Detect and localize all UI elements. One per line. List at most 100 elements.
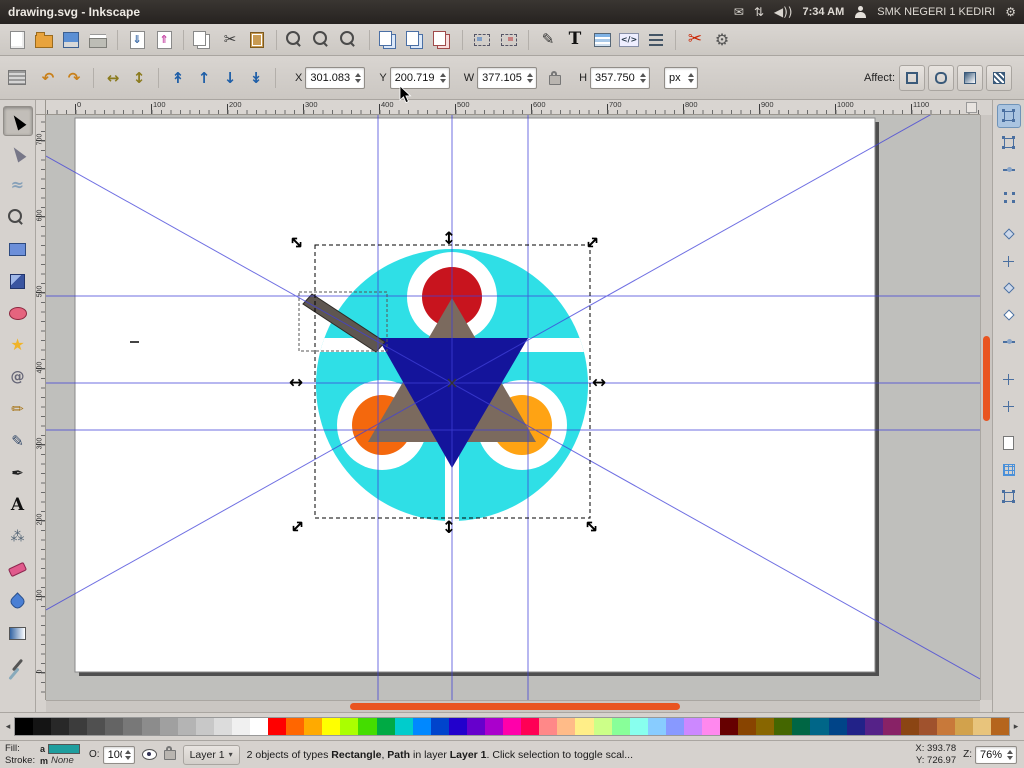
flip-vertical-button[interactable]: ↕ — [127, 66, 151, 90]
palette-swatch[interactable] — [900, 718, 919, 735]
scrollbar-thumb[interactable] — [983, 336, 990, 421]
paste-button[interactable] — [244, 27, 270, 53]
spinner-icon[interactable] — [355, 73, 361, 83]
new-document-button[interactable] — [4, 27, 30, 53]
zoom-page-button[interactable] — [337, 27, 363, 53]
opacity-input[interactable]: 100 — [102, 745, 135, 764]
mail-icon[interactable]: ✉ — [734, 5, 744, 19]
palette-swatch[interactable] — [647, 718, 666, 735]
rotate-cw-button[interactable]: ↷ — [62, 66, 86, 90]
copy-button[interactable] — [190, 27, 216, 53]
zoom-input[interactable]: 76% — [975, 745, 1017, 764]
snap-page-border-button[interactable] — [997, 431, 1021, 455]
snap-cusp-nodes-button[interactable] — [997, 276, 1021, 300]
tool-ellipse-button[interactable] — [3, 298, 33, 328]
export-bitmap-button[interactable]: ⇑ — [151, 27, 177, 53]
palette-swatch[interactable] — [720, 718, 739, 735]
palette-swatch[interactable] — [738, 718, 757, 735]
palette-swatch[interactable] — [756, 718, 775, 735]
palette-swatch[interactable] — [503, 718, 522, 735]
text-dialog-button[interactable]: T — [562, 27, 588, 53]
palette-swatch[interactable] — [412, 718, 431, 735]
raise-button[interactable]: ↑ — [192, 66, 216, 90]
affect-patterns-button[interactable] — [986, 64, 1012, 91]
horizontal-ruler[interactable]: 0 100 200 300 400 500 600 700 800 900 1000 1100 — [46, 100, 980, 115]
tool-text-button[interactable]: A — [3, 490, 33, 520]
lower-button[interactable]: ↓ — [218, 66, 242, 90]
palette-swatch[interactable] — [611, 718, 630, 735]
palette-swatch[interactable] — [792, 718, 811, 735]
cut-button[interactable]: ✂ — [217, 27, 243, 53]
w-input[interactable]: 377.105 — [477, 66, 538, 89]
vertical-ruler[interactable]: 700 600 500 400 300 200 100 0 — [36, 115, 46, 700]
layer-selector[interactable]: Layer 1 ▾ — [182, 744, 240, 765]
snap-object-centers-button[interactable] — [997, 367, 1021, 391]
palette-swatch[interactable] — [123, 718, 142, 735]
snap-enable-button[interactable] — [996, 104, 1021, 128]
palette-scroll-left-icon[interactable]: ◂ — [2, 718, 14, 736]
align-distribute-dialog-button[interactable] — [643, 27, 669, 53]
palette-swatch[interactable] — [448, 718, 467, 735]
snap-bbox-button[interactable] — [997, 131, 1021, 155]
tool-tweak-button[interactable]: ≈ — [3, 170, 33, 200]
canvas[interactable]: ↔ ↔ ↔ ↔ ↕ ↕ ↔ ↔ — [46, 115, 980, 700]
snap-midpoints-button[interactable] — [997, 330, 1021, 354]
rotate-ccw-button[interactable]: ↶ — [36, 66, 60, 90]
palette-swatch[interactable] — [87, 718, 106, 735]
tool-spray-button[interactable]: ⁂ — [3, 522, 33, 552]
palette-swatch[interactable] — [304, 718, 323, 735]
scissors-button[interactable]: ✂ — [682, 27, 708, 53]
affect-gradients-button[interactable] — [957, 64, 983, 91]
session-gear-icon[interactable]: ⚙ — [1005, 5, 1016, 19]
palette-swatch[interactable] — [774, 718, 793, 735]
h-input[interactable]: 357.750 — [590, 66, 651, 89]
print-document-button[interactable] — [85, 27, 111, 53]
palette-swatch[interactable] — [141, 718, 160, 735]
snap-smooth-nodes-button[interactable] — [997, 303, 1021, 327]
tool-spiral-button[interactable]: @ — [3, 362, 33, 392]
palette-swatch[interactable] — [539, 718, 558, 735]
lower-to-bottom-button[interactable]: ↡ — [244, 66, 268, 90]
palette-scroll-right-icon[interactable]: ▸ — [1010, 718, 1022, 736]
horizontal-scrollbar[interactable] — [46, 700, 980, 712]
preferences-button[interactable]: ⚙ — [709, 27, 735, 53]
palette-swatch[interactable] — [466, 718, 486, 735]
tool-options-icon[interactable] — [8, 70, 26, 85]
snap-grid-button[interactable] — [997, 458, 1021, 482]
palette-swatch[interactable] — [846, 718, 865, 735]
palette-swatch[interactable] — [286, 718, 305, 735]
palette-swatch[interactable] — [665, 718, 684, 735]
palette-swatch[interactable] — [936, 718, 956, 735]
scale-handle[interactable]: ↕ — [442, 518, 456, 538]
scale-handle[interactable]: ↕ — [442, 229, 456, 249]
snap-path-intersections-button[interactable] — [997, 249, 1021, 273]
palette-swatch[interactable] — [955, 718, 974, 735]
snap-bbox-edges-button[interactable] — [997, 158, 1021, 182]
tool-paint-bucket-button[interactable] — [3, 586, 33, 616]
palette-swatch[interactable] — [810, 718, 829, 735]
palette-swatch[interactable] — [177, 718, 196, 735]
snap-nodes-button[interactable] — [997, 222, 1021, 246]
sticky-zoom-button[interactable] — [966, 102, 977, 113]
fill-stroke-indicator[interactable]: Fill: a Stroke: m None — [5, 743, 81, 766]
palette-swatch[interactable] — [918, 718, 937, 735]
palette-swatch[interactable] — [268, 718, 287, 735]
x-input[interactable]: 301.083 — [305, 66, 366, 89]
y-input[interactable]: 200.719 — [389, 66, 450, 89]
spinner-icon[interactable] — [125, 750, 131, 760]
palette-swatch[interactable] — [159, 718, 178, 735]
spinner-icon[interactable] — [527, 73, 533, 83]
units-dropdown[interactable]: px — [664, 66, 699, 89]
tool-gradient-button[interactable] — [3, 618, 33, 648]
layers-dialog-button[interactable] — [589, 27, 615, 53]
palette-swatch[interactable] — [69, 718, 88, 735]
spinner-icon[interactable] — [440, 73, 446, 83]
fill-swatch[interactable] — [48, 743, 81, 754]
volume-icon[interactable]: ◀)) — [774, 5, 793, 19]
palette-swatch[interactable] — [358, 718, 377, 735]
xml-editor-button[interactable]: </> — [616, 27, 642, 53]
tool-pencil-button[interactable]: ✏ — [3, 394, 33, 424]
palette-swatch[interactable] — [213, 718, 232, 735]
tool-calligraphy-button[interactable]: ✒ — [3, 458, 33, 488]
tool-selector-button[interactable] — [2, 106, 33, 136]
